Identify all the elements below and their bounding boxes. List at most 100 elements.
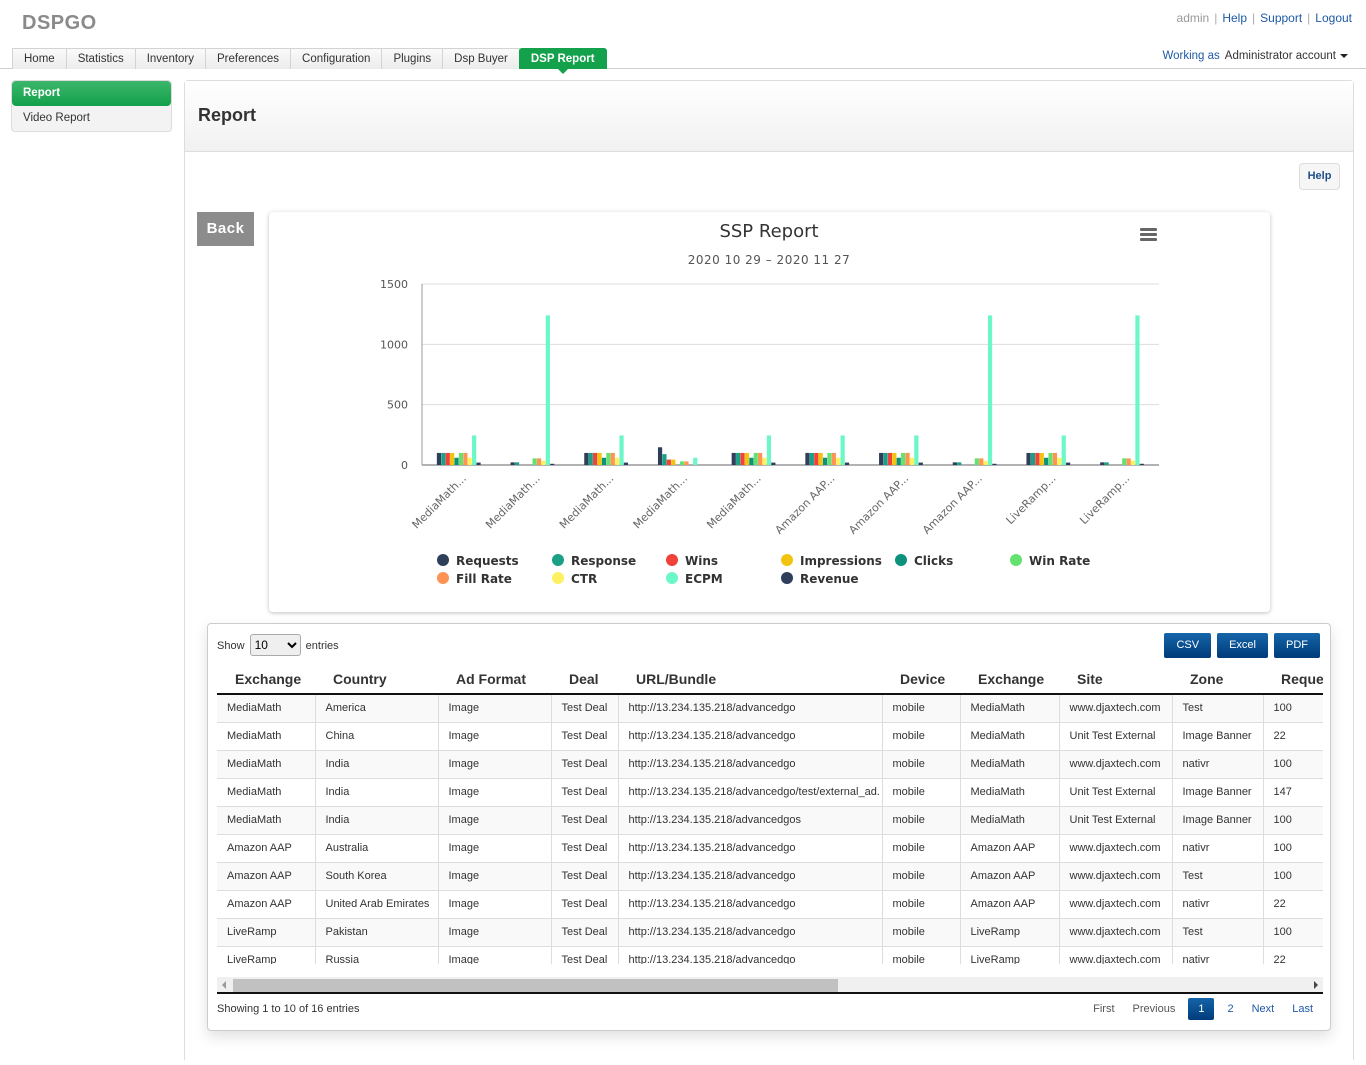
bar-ecpm[interactable] (840, 435, 845, 465)
bar-ctr[interactable] (1057, 457, 1062, 465)
page-2-button[interactable]: 2 (1218, 998, 1242, 1020)
bar-ctr[interactable] (836, 457, 841, 465)
bar-impressions[interactable] (450, 452, 455, 465)
bar-requests[interactable] (1026, 452, 1031, 465)
bar-revenue[interactable] (918, 462, 923, 465)
legend-item[interactable]: Requests (437, 554, 519, 568)
bar-response[interactable] (1030, 452, 1036, 465)
bar-wins[interactable] (740, 452, 745, 465)
bar-revenue[interactable] (1139, 463, 1144, 465)
column-header[interactable]: Deal (551, 664, 618, 695)
page-1-button[interactable]: 1 (1188, 998, 1215, 1020)
bar-response[interactable] (957, 462, 962, 465)
support-link[interactable]: Support (1260, 11, 1302, 25)
help-button[interactable]: Help (1299, 163, 1340, 190)
column-header[interactable]: Reques (1263, 664, 1323, 695)
tab-dsp-report[interactable]: DSP Report (518, 48, 607, 74)
tab-home[interactable]: Home (12, 48, 67, 69)
bar-impressions[interactable] (818, 452, 823, 465)
bar-revenue[interactable] (992, 463, 997, 465)
page-length-select[interactable]: 10 (249, 634, 301, 656)
bar-win-rate[interactable] (901, 452, 906, 465)
horizontal-scrollbar[interactable] (217, 977, 1323, 994)
bar-requests[interactable] (731, 452, 736, 465)
pdf-button[interactable]: PDF (1274, 633, 1320, 658)
excel-button[interactable]: Excel (1217, 633, 1268, 658)
hamburger-menu-icon[interactable] (1140, 228, 1157, 241)
column-header[interactable]: Device (882, 664, 960, 695)
bar-ecpm[interactable] (472, 435, 477, 465)
account-switcher[interactable]: Working as Administrator account (1162, 50, 1348, 62)
bar-ecpm[interactable] (693, 457, 698, 465)
column-header[interactable]: Country (315, 664, 438, 695)
bar-win-rate[interactable] (679, 461, 685, 465)
bar-clicks[interactable] (601, 457, 607, 465)
bar-win-rate[interactable] (1048, 452, 1053, 465)
bar-ecpm[interactable] (1061, 435, 1066, 465)
bar-ctr[interactable] (615, 457, 620, 465)
tab-statistics[interactable]: Statistics (65, 48, 136, 69)
legend-item[interactable]: ECPM (666, 572, 723, 586)
bar-ctr[interactable] (541, 460, 546, 465)
column-header[interactable]: Zone (1172, 664, 1263, 695)
bar-response[interactable] (514, 462, 520, 465)
column-header[interactable]: Exchange (217, 664, 315, 695)
bar-ecpm[interactable] (1135, 315, 1140, 465)
bar-clicks[interactable] (749, 457, 754, 465)
bar-revenue[interactable] (1066, 462, 1071, 465)
bar-win-rate[interactable] (532, 458, 537, 465)
scroll-left-icon[interactable] (222, 981, 226, 989)
bar-response[interactable] (1104, 462, 1109, 465)
bar-fill-rate[interactable] (758, 452, 763, 465)
bar-fill-rate[interactable] (905, 452, 910, 465)
bar-response[interactable] (736, 452, 741, 465)
bar-fill-rate[interactable] (1052, 452, 1058, 465)
bar-ctr[interactable] (467, 457, 472, 465)
bar-clicks[interactable] (896, 457, 901, 465)
bar-response[interactable] (809, 452, 814, 465)
bar-impressions[interactable] (671, 459, 676, 465)
bar-fill-rate[interactable] (610, 452, 615, 465)
first-page-button[interactable]: First (1084, 998, 1123, 1020)
bar-wins[interactable] (666, 459, 671, 465)
legend-item[interactable]: Win Rate (1010, 554, 1090, 568)
bar-fill-rate[interactable] (1126, 458, 1131, 465)
legend-item[interactable]: Clicks (895, 554, 953, 568)
legend-item[interactable]: Fill Rate (437, 572, 512, 586)
bar-wins[interactable] (593, 452, 598, 465)
bar-wins[interactable] (814, 452, 819, 465)
bar-revenue[interactable] (844, 462, 850, 465)
column-header[interactable]: Exchange (960, 664, 1059, 695)
bar-ecpm[interactable] (545, 315, 550, 465)
tab-preferences[interactable]: Preferences (205, 48, 292, 69)
scroll-right-icon[interactable] (1314, 981, 1318, 989)
bar-response[interactable] (441, 452, 446, 465)
bar-ctr[interactable] (762, 457, 767, 465)
bar-fill-rate[interactable] (831, 452, 836, 465)
bar-response[interactable] (588, 452, 593, 465)
bar-requests[interactable] (805, 452, 810, 465)
bar-fill-rate[interactable] (463, 452, 468, 465)
sidebar-item-video-report[interactable]: Video Report (12, 106, 171, 131)
bar-ctr[interactable] (1130, 460, 1136, 465)
csv-button[interactable]: CSV (1164, 633, 1212, 658)
last-page-button[interactable]: Last (1283, 998, 1322, 1020)
column-header[interactable]: Ad Format (438, 664, 551, 695)
bar-fill-rate[interactable] (684, 461, 689, 465)
bar-ecpm[interactable] (766, 435, 772, 465)
sidebar-item-report[interactable]: Report (12, 81, 171, 106)
bar-response[interactable] (883, 452, 888, 465)
tab-plugins[interactable]: Plugins (381, 48, 444, 69)
bar-requests[interactable] (1100, 462, 1105, 465)
bar-requests[interactable] (584, 452, 589, 465)
logout-link[interactable]: Logout (1315, 11, 1352, 25)
legend-item[interactable]: Wins (666, 554, 718, 568)
next-page-button[interactable]: Next (1243, 998, 1284, 1020)
bar-win-rate[interactable] (753, 452, 758, 465)
bar-wins[interactable] (445, 452, 450, 465)
legend-item[interactable]: Revenue (781, 572, 859, 586)
bar-wins[interactable] (887, 452, 893, 465)
bar-revenue[interactable] (771, 462, 776, 465)
bar-requests[interactable] (879, 452, 884, 465)
column-header[interactable]: URL/Bundle (618, 664, 882, 695)
